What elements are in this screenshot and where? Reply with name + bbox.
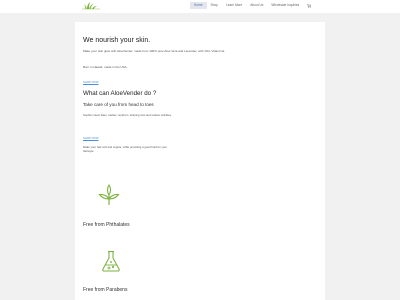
nav-learn-more[interactable]: Learn More xyxy=(222,2,246,9)
feature-label-parabens: Free from Parabens xyxy=(83,287,128,293)
section-subtitle: Take care of you from head to toes xyxy=(83,102,154,107)
aloe-leaf-logo-icon[interactable] xyxy=(81,1,101,10)
hero-title: We nourish your skin. xyxy=(83,37,151,44)
shop-now-link-2[interactable]: SHOP NOW xyxy=(83,136,99,140)
main-content: We nourish your skin. Make your skin glo… xyxy=(75,22,325,300)
site-header: Home Shop Learn More About Us Wholesale … xyxy=(0,0,400,13)
benefit-text-hair: Make your hair soft and supple, while pr… xyxy=(83,145,167,153)
main-nav: Home Shop Learn More About Us Wholesale … xyxy=(190,2,312,9)
page: Home Shop Learn More About Us Wholesale … xyxy=(0,0,400,300)
feature-label-phthalates: Free from Phthalates xyxy=(83,222,130,228)
hero-origin-text: Born in Hawaii, made in the USA. xyxy=(83,65,128,69)
hero-description: Make your skin glow with AloeVender, mad… xyxy=(83,49,226,53)
nav-shop[interactable]: Shop xyxy=(207,2,222,9)
cart-icon[interactable] xyxy=(305,2,312,9)
nav-wholesale-inquiries[interactable]: Wholesale Inquiries xyxy=(267,2,303,9)
nav-home[interactable]: Home xyxy=(190,2,207,9)
shop-now-link[interactable]: SHOP NOW xyxy=(83,80,99,84)
section-title: What can AloeVender do ? xyxy=(83,90,157,97)
nav-about-us[interactable]: About Us xyxy=(246,2,267,9)
benefit-text-skin: Soothe insect bites, rashes, sunburn, sh… xyxy=(83,113,172,117)
leaves-icon xyxy=(98,184,120,206)
flask-icon xyxy=(100,250,122,272)
